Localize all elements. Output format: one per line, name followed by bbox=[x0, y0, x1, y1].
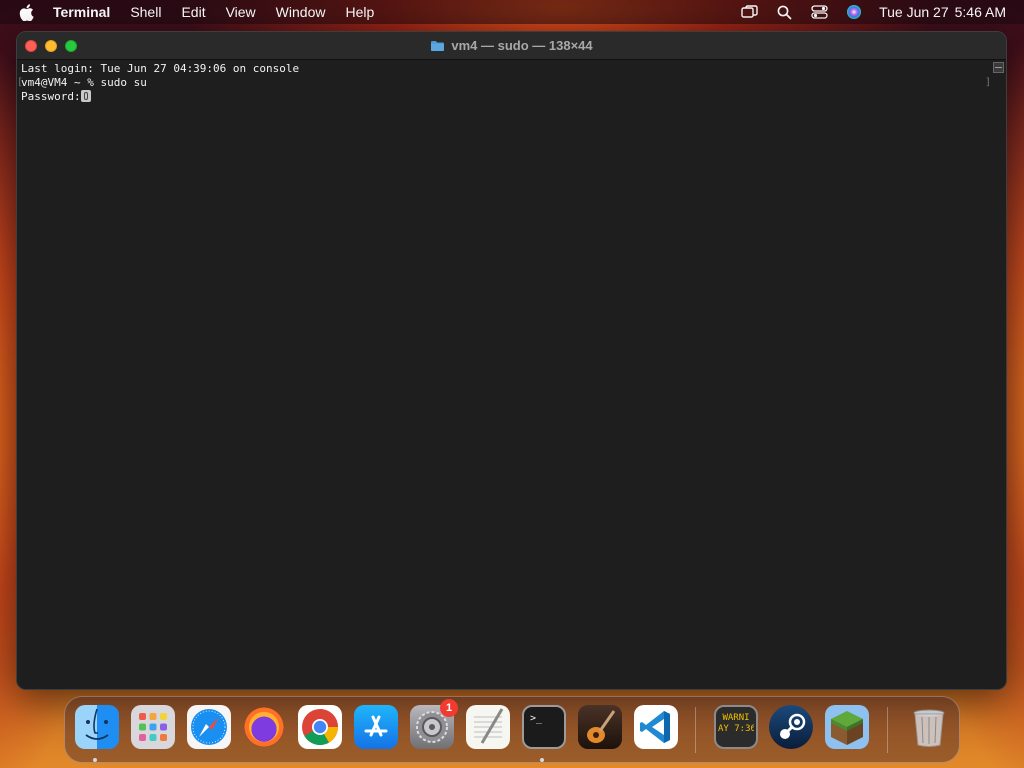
apple-icon[interactable] bbox=[19, 3, 35, 21]
control-center-icon[interactable] bbox=[810, 4, 828, 20]
dock-garageband-icon[interactable] bbox=[578, 705, 622, 749]
secure-input-cursor-icon bbox=[80, 90, 91, 102]
close-window-button[interactable] bbox=[25, 40, 37, 52]
window-title-text: vm4 — sudo — 138×44 bbox=[451, 38, 593, 53]
dock-launchpad-icon[interactable] bbox=[131, 705, 175, 749]
menu-bar-clock[interactable]: Tue Jun 27 5:46 AM bbox=[879, 4, 1006, 20]
menu-edit[interactable]: Edit bbox=[181, 4, 205, 20]
dock-firefox-icon[interactable] bbox=[242, 705, 286, 749]
dock-chrome-icon[interactable] bbox=[298, 705, 342, 749]
folder-icon bbox=[430, 40, 445, 52]
terminal-line: Last login: Tue Jun 27 04:39:06 on conso… bbox=[21, 62, 300, 75]
split-pane-button[interactable] bbox=[993, 62, 1004, 73]
dock-safari-icon[interactable] bbox=[187, 705, 231, 749]
dock-terminal-icon[interactable]: >_ bbox=[522, 705, 566, 749]
terminal-content[interactable]: Last login: Tue Jun 27 04:39:06 on conso… bbox=[17, 60, 1006, 689]
console-icon-text: WARNI AY 7:36 bbox=[718, 713, 754, 734]
mark-bracket-right: ] bbox=[984, 77, 991, 88]
dock-separator bbox=[887, 707, 888, 753]
dock-app-store-icon[interactable] bbox=[354, 705, 398, 749]
password-prompt: Password: bbox=[21, 90, 81, 103]
traffic-lights bbox=[25, 40, 85, 52]
dock-system-settings-icon[interactable]: 1 bbox=[410, 699, 458, 749]
menu-bar-status-area: Tue Jun 27 5:46 AM bbox=[723, 0, 1006, 24]
menu-shell[interactable]: Shell bbox=[130, 4, 161, 20]
terminal-line: Password: bbox=[21, 90, 1006, 104]
terminal-window: vm4 — sudo — 138×44 Last login: Tue Jun … bbox=[16, 31, 1007, 690]
dock-textedit-icon[interactable] bbox=[466, 705, 510, 749]
terminal-prompt-glyph: >_ bbox=[530, 713, 543, 724]
dock-finder-icon[interactable] bbox=[75, 705, 119, 749]
dock-vscode-icon[interactable] bbox=[634, 705, 678, 749]
window-title-bar[interactable]: vm4 — sudo — 138×44 bbox=[17, 32, 1006, 60]
dock-steam-icon[interactable] bbox=[769, 705, 813, 749]
screen-mirroring-icon[interactable] bbox=[740, 4, 758, 20]
clock-date: Tue Jun 27 bbox=[879, 4, 949, 20]
window-title: vm4 — sudo — 138×44 bbox=[430, 38, 593, 53]
menu-help[interactable]: Help bbox=[345, 4, 374, 20]
minimize-window-button[interactable] bbox=[45, 40, 57, 52]
menu-view[interactable]: View bbox=[226, 4, 256, 20]
menu-app-name[interactable]: Terminal bbox=[53, 4, 110, 20]
mark-bracket-left: [ bbox=[17, 77, 24, 88]
zoom-window-button[interactable] bbox=[65, 40, 77, 52]
siri-icon[interactable] bbox=[845, 4, 863, 20]
menu-bar: Terminal Shell Edit View Window Help Tue… bbox=[0, 0, 1024, 24]
dock-minecraft-icon[interactable] bbox=[825, 705, 869, 749]
dock: 1 >_ WARNI AY 7:36 bbox=[64, 696, 960, 763]
dock-trash-icon[interactable] bbox=[907, 705, 951, 749]
clock-time: 5:46 AM bbox=[954, 4, 1006, 20]
terminal-line: vm4@VM4 ~ % sudo su bbox=[21, 76, 147, 89]
dock-console-icon[interactable]: WARNI AY 7:36 bbox=[714, 705, 758, 749]
dock-separator bbox=[695, 707, 696, 753]
notification-badge: 1 bbox=[440, 699, 458, 717]
dock-running-indicator bbox=[540, 758, 544, 762]
dock-running-indicator bbox=[93, 758, 97, 762]
spotlight-search-icon[interactable] bbox=[775, 4, 793, 20]
menu-window[interactable]: Window bbox=[276, 4, 326, 20]
